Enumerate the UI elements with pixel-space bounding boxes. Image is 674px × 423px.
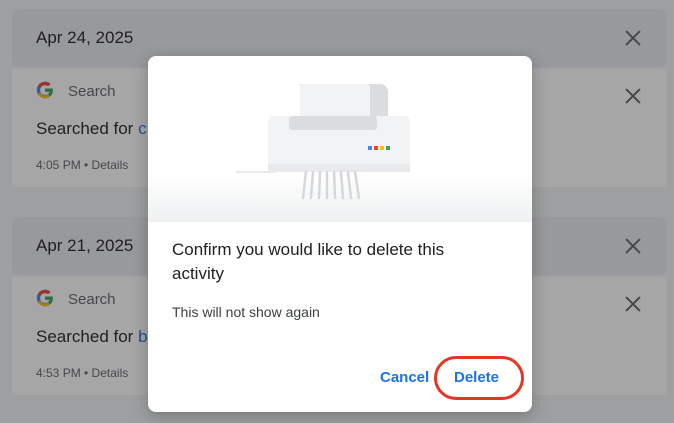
- dialog-body: This will not show again: [172, 304, 320, 320]
- cancel-button[interactable]: Cancel: [380, 369, 429, 386]
- delete-button[interactable]: Delete: [454, 369, 499, 386]
- dialog-title: Confirm you would like to delete this ac…: [172, 240, 445, 283]
- delete-confirmation-dialog: Confirm you would like to delete this ac…: [148, 56, 532, 412]
- shredder-illustration: [236, 84, 410, 200]
